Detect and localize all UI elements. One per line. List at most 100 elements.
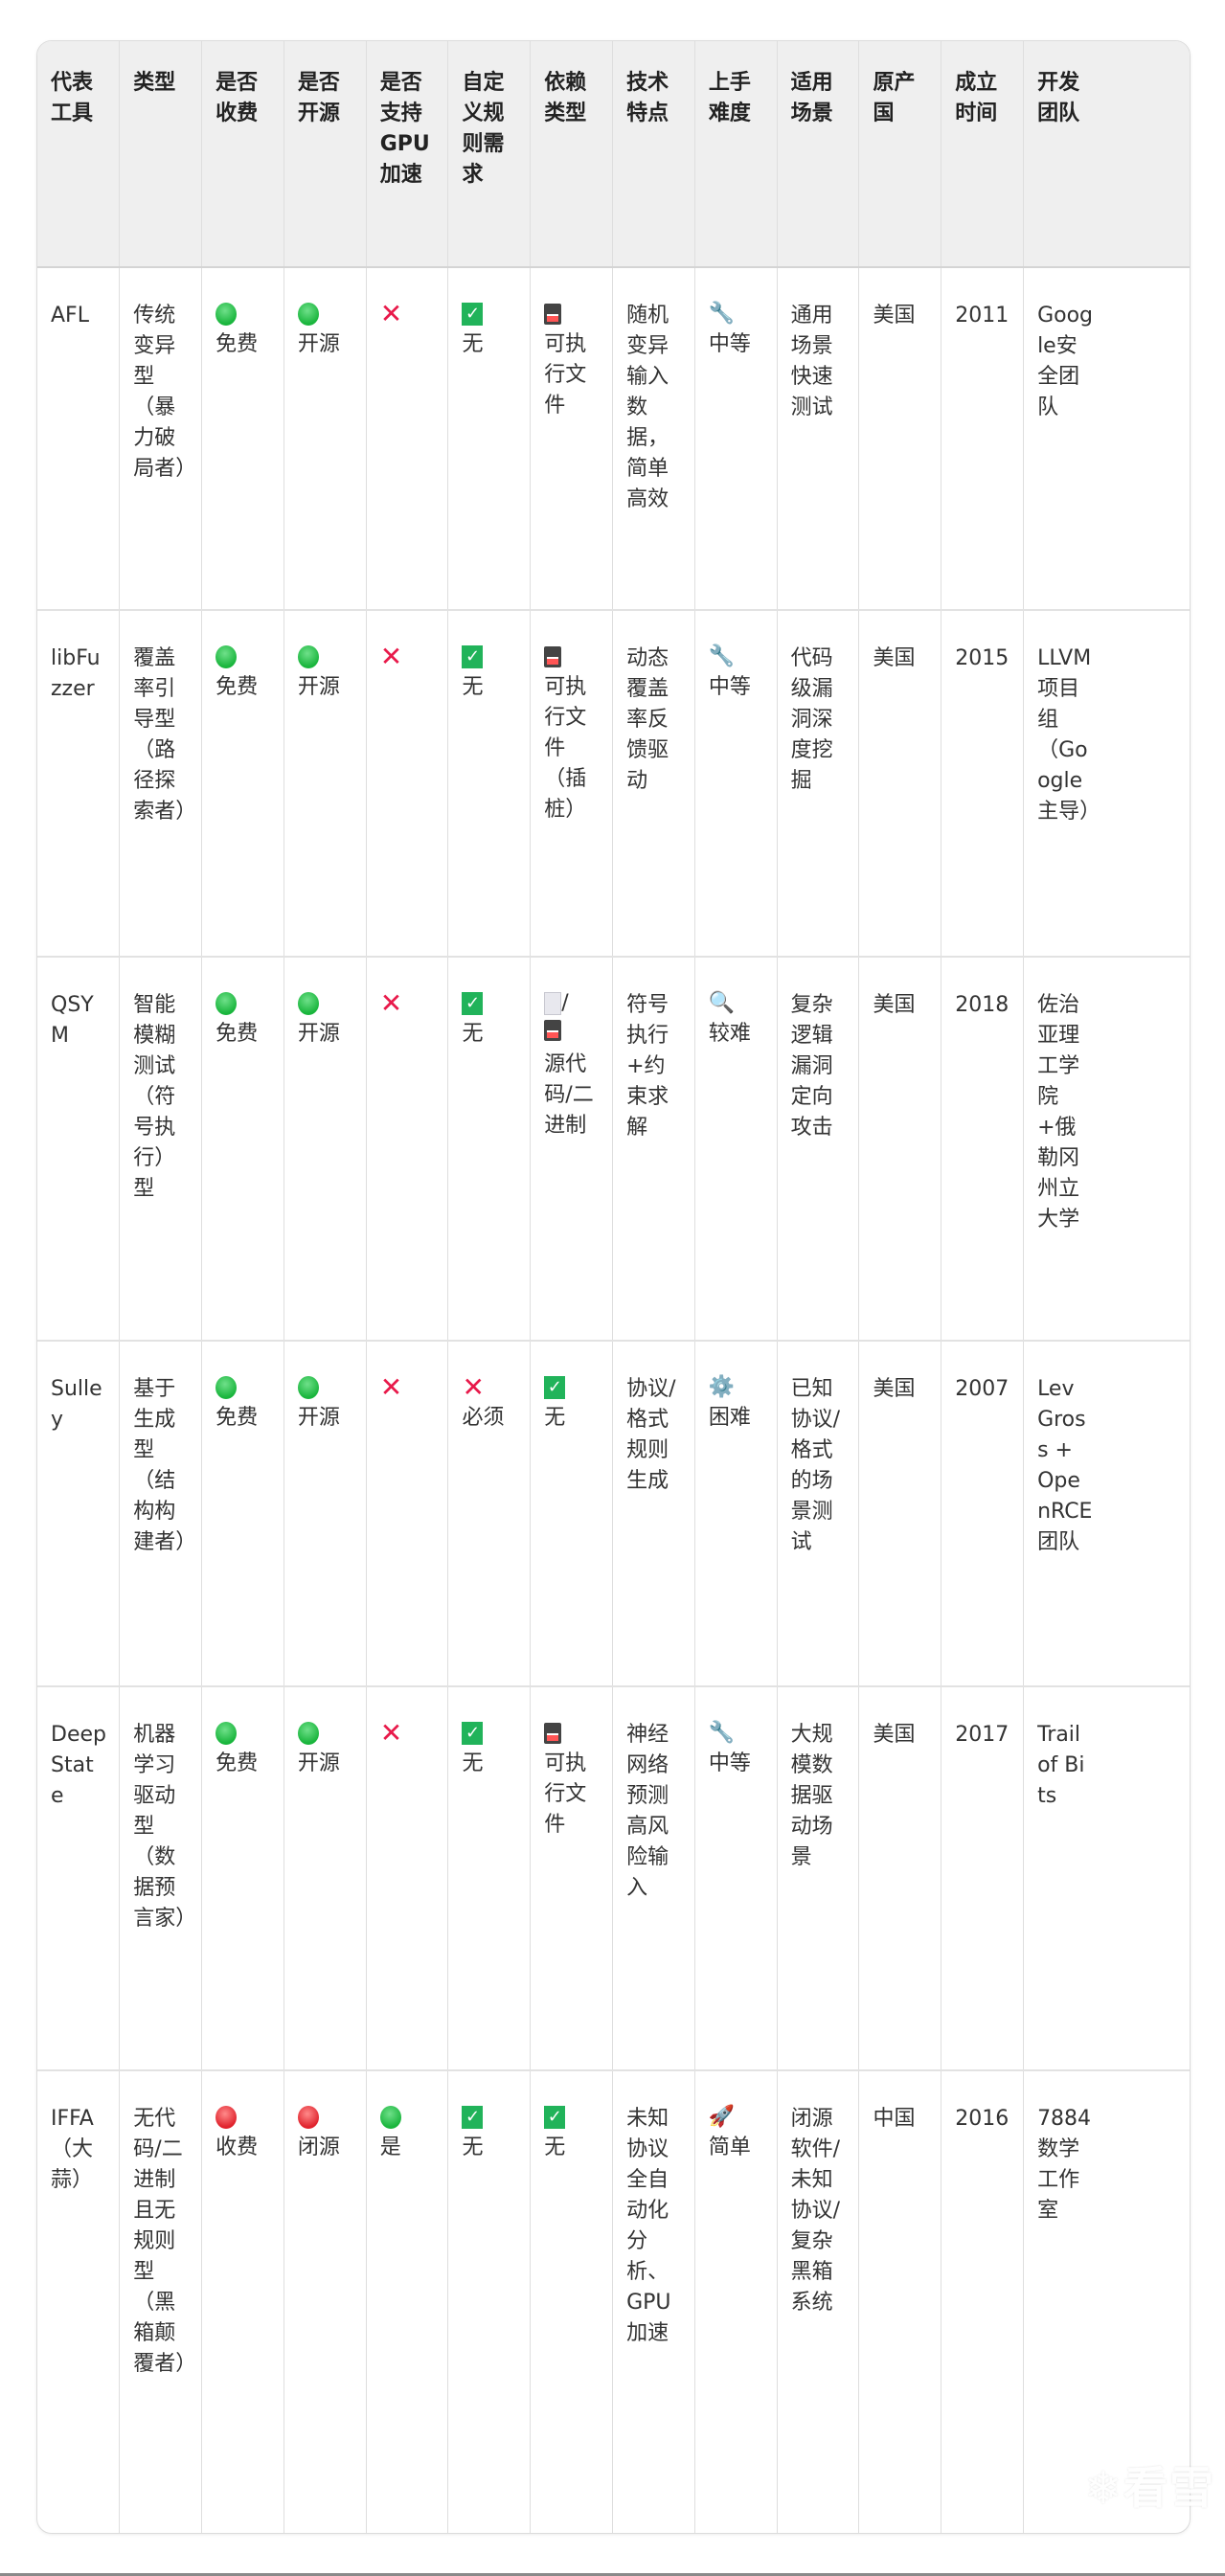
difficulty-level: 🔧 中等	[709, 301, 764, 360]
fee-status-label: 免费	[216, 1406, 259, 1430]
fee-status: 免费	[216, 301, 271, 360]
dev-team-cell: LLVM项目组（Google主导）	[1024, 610, 1190, 957]
founded-year: 2016	[955, 2107, 1009, 2131]
tool-type: 机器学习驱动型（数据预言家）	[133, 1723, 197, 1931]
table-row: IFFA（大蒜） 无代码/二进制且无规则型（黑箱颠覆者） 收费 闭源是 ✓ 无 ✓ 无未知协议…	[37, 2070, 1190, 2533]
founded-year-cell: 2011	[941, 267, 1025, 610]
red-circle-icon	[216, 2104, 271, 2131]
dev-team-cell: Trail of Bits	[1024, 1686, 1190, 2070]
difficulty-level-label: 中等	[708, 1751, 751, 1775]
founded-year-cell: 2018	[941, 957, 1025, 1341]
fee-status-cell: 免费	[201, 610, 284, 957]
open-source-status: 闭源	[297, 2104, 353, 2163]
header-label: 依赖类型	[544, 71, 587, 125]
difficulty-level-cell: 🚀 简单	[694, 2070, 778, 2533]
header-label: 成立时间	[955, 71, 998, 125]
dependency-type: 可执行文件（插桩）	[544, 644, 600, 825]
header-open-col: 是否开源	[284, 41, 367, 267]
table-row: Sulley 基于生成型（结构构建者） 免费 开源 ✕ ✕ 必须 ✓ 无协议/格式规则生成 ⚙️ 困…	[37, 1341, 1190, 1686]
tool-name-cell: AFL	[37, 267, 121, 610]
fee-status-cell: 免费	[201, 1686, 284, 2070]
green-circle-icon	[297, 990, 353, 1017]
custom-rules-need-cell: ✓ 无	[447, 1686, 532, 2070]
difficulty-level-cell: ⚙️ 困难	[694, 1341, 778, 1686]
difficulty-level-label: 中等	[708, 332, 751, 356]
gpu-support: ✕	[380, 644, 436, 670]
header-label: 原产国	[873, 71, 916, 125]
use-scenario: 大规模数据驱动场景	[790, 1723, 833, 1869]
check-box-icon: ✓	[462, 990, 517, 1017]
custom-rules-need-label: 必须	[462, 1406, 505, 1430]
difficulty-level-cell: 🔧 中等	[694, 267, 778, 610]
use-scenario-cell: 代码级漏洞深度挖掘	[777, 610, 860, 957]
wrench-icon: 🔧	[708, 1721, 736, 1745]
tool-type-cell: 基于生成型（结构构建者）	[119, 1341, 203, 1686]
dependency-type-label: 可执行文件	[544, 1751, 587, 1837]
dev-team: 7884数学工作室	[1037, 2107, 1092, 2223]
open-source-status: 开源	[297, 990, 353, 1050]
table-header: 代表工具 类型 是否收费 是否开源 是否支持GPU加速 自定义规则需求 依赖类型 技术特点 上手…	[37, 41, 1190, 267]
open-source-status-label: 闭源	[297, 2135, 340, 2159]
dev-team: LLVM项目组（Google主导）	[1037, 646, 1101, 824]
tech-features: 动态覆盖率反馈驱动	[626, 646, 669, 793]
gpu-support-cell: ✕	[366, 1341, 449, 1686]
green-circle-icon	[379, 2104, 436, 2131]
tool-type-cell: 无代码/二进制且无规则型（黑箱颠覆者）	[119, 2070, 203, 2533]
fee-status-label: 免费	[216, 675, 259, 699]
origin-country-cell: 美国	[858, 1341, 942, 1686]
fee-status-label: 收费	[216, 2135, 259, 2159]
tool-type: 智能模糊测试（符号执行）型	[133, 993, 176, 1201]
tech-features: 随机变异输入数据，简单高效	[626, 304, 669, 511]
origin-country: 美国	[873, 993, 916, 1017]
dev-team-cell: Lev Gross + OpenRCE团队	[1024, 1341, 1190, 1686]
custom-rules-need-cell: ✓ 无	[447, 2070, 532, 2533]
custom-rules-need: ✓ 无	[462, 2104, 517, 2163]
difficulty-level-cell: 🔧 中等	[694, 1686, 778, 2070]
rocket-icon: 🚀	[708, 2105, 736, 2129]
tech-features-cell: 神经网络预测高风险输入	[612, 1686, 695, 2070]
fee-status: 免费	[216, 1720, 271, 1779]
founded-year: 2015	[955, 646, 1009, 670]
open-source-status-label: 开源	[297, 332, 340, 356]
custom-rules-need: ✓ 无	[462, 644, 517, 703]
header-label: 自定义规则需求	[462, 71, 505, 187]
green-circle-icon	[297, 301, 353, 328]
header-tool-col: 代表工具	[37, 41, 121, 267]
open-source-status-cell: 闭源	[284, 2070, 367, 2533]
green-circle-icon	[216, 301, 271, 328]
tool-type: 无代码/二进制且无规则型（黑箱颠覆者）	[133, 2107, 197, 2376]
header-difficulty-col: 上手难度	[694, 41, 778, 267]
origin-country-cell: 中国	[858, 2070, 942, 2533]
header-row: 代表工具 类型 是否收费 是否开源 是否支持GPU加速 自定义规则需求 依赖类型 技术特点 上手…	[37, 41, 1190, 267]
cross-mark-icon: ✕	[379, 1371, 403, 1403]
use-scenario: 通用场景快速测试	[790, 304, 833, 419]
check-box-icon: ✓	[462, 301, 517, 328]
origin-country-cell: 美国	[858, 957, 942, 1341]
green-circle-icon	[297, 644, 353, 670]
tech-features-cell: 动态覆盖率反馈驱动	[612, 610, 695, 957]
difficulty-level-label: 中等	[708, 675, 751, 699]
fee-status-cell: 免费	[201, 1341, 284, 1686]
green-circle-icon	[216, 644, 271, 670]
dependency-type-label: 源代码/二进制	[544, 1052, 594, 1138]
tech-features: 未知协议全自动化分析、GPU加速	[626, 2107, 671, 2345]
open-source-status: 开源	[297, 1720, 353, 1779]
gpu-support-cell: ✕	[366, 957, 449, 1341]
open-source-status-label: 开源	[297, 1406, 340, 1430]
table-body: AFL 传统变异型（暴力破局者） 免费 开源 ✕ ✓ 无可执行文件 随机变异输入数据，简单高效…	[37, 267, 1190, 2533]
check-box-icon: ✓	[544, 1374, 600, 1401]
dependency-type-cell: / 源代码/二进制	[530, 957, 614, 1341]
use-scenario-cell: 闭源软件/未知协议/复杂黑箱系统	[777, 2070, 860, 2533]
fee-status-cell: 免费	[201, 957, 284, 1341]
header-rules-col: 自定义规则需求	[447, 41, 532, 267]
use-scenario: 闭源软件/未知协议/复杂黑箱系统	[790, 2107, 841, 2315]
custom-rules-need-cell: ✓ 无	[447, 957, 532, 1341]
table-row: QSYM 智能模糊测试（符号执行）型 免费 开源 ✕ ✓ 无 / 源代码/二进制 符号执行+约束求…	[37, 957, 1190, 1341]
table-row: DeepState 机器学习驱动型（数据预言家） 免费 开源 ✕ ✓ 无可执行文件 神经网络预…	[37, 1686, 1190, 2070]
gpu-support: ✕	[380, 990, 436, 1017]
dependency-type: 可执行文件	[544, 301, 600, 421]
custom-rules-need: ✓ 无	[462, 990, 517, 1050]
header-label: 是否开源	[297, 71, 340, 125]
page-and-floppy-icon: /	[544, 990, 600, 1048]
difficulty-level-cell: 🔧 中等	[694, 610, 778, 957]
